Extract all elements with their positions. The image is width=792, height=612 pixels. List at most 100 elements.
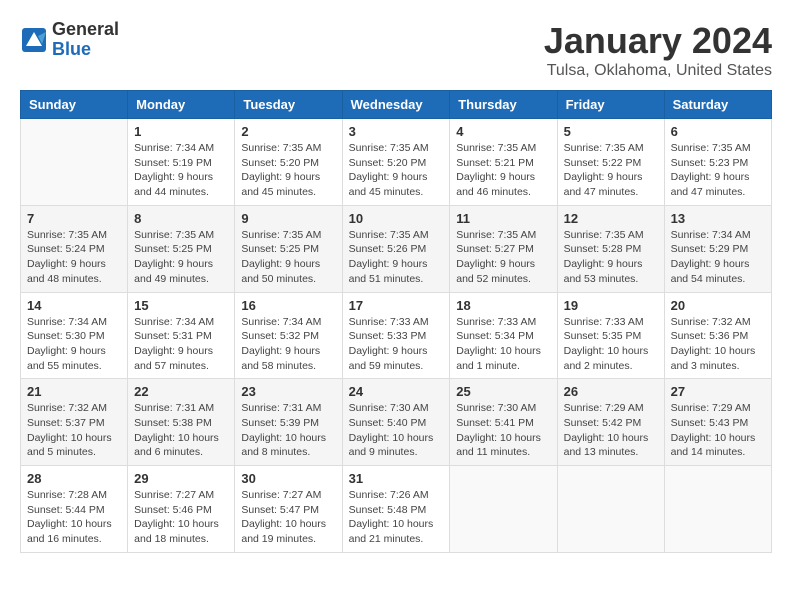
day-number: 13: [671, 211, 765, 226]
week-row: 1Sunrise: 7:34 AM Sunset: 5:19 PM Daylig…: [21, 119, 772, 206]
day-info: Sunrise: 7:34 AM Sunset: 5:29 PM Dayligh…: [671, 228, 765, 287]
calendar-cell: 22 Sunrise: 7:31 AM Sunset: 5:38 PM Dayli…: [128, 379, 235, 466]
day-info: Sunrise: 7:35 AM Sunset: 5:23 PM Dayligh…: [671, 141, 765, 200]
day-number: 10: [349, 211, 444, 226]
calendar-cell: 12 Sunrise: 7:35 AM Sunset: 5:28 PM Dayli…: [557, 205, 664, 292]
day-info: Sunrise: 7:35 AM Sunset: 5:21 PM Dayligh…: [456, 141, 550, 200]
day-info: Sunrise: 7:35 AM Sunset: 5:24 PM Dayligh…: [27, 228, 121, 287]
day-number: 19: [564, 298, 658, 313]
day-number: 20: [671, 298, 765, 313]
calendar-cell: 15Sunrise: 7:34 AM Sunset: 5:31 PM Dayli…: [128, 292, 235, 379]
title-area: January 2024 Tulsa, Oklahoma, United Sta…: [544, 20, 772, 80]
calendar-cell: 16 Sunrise: 7:34 AM Sunset: 5:32 PM Dayli…: [235, 292, 342, 379]
day-info: Sunrise: 7:30 AM Sunset: 5:41 PM Dayligh…: [456, 401, 550, 460]
calendar-cell: [557, 466, 664, 553]
day-info: Sunrise: 7:32 AM Sunset: 5:36 PM Dayligh…: [671, 315, 765, 374]
day-number: 27: [671, 384, 765, 399]
logo-text: General Blue: [52, 20, 119, 60]
calendar-table: SundayMondayTuesdayWednesdayThursdayFrid…: [20, 90, 772, 553]
day-info: Sunrise: 7:26 AM Sunset: 5:48 PM Dayligh…: [349, 488, 444, 547]
calendar-header-row: SundayMondayTuesdayWednesdayThursdayFrid…: [21, 91, 772, 119]
calendar-body: 1Sunrise: 7:34 AM Sunset: 5:19 PM Daylig…: [21, 119, 772, 553]
day-info: Sunrise: 7:35 AM Sunset: 5:28 PM Dayligh…: [564, 228, 658, 287]
week-row: 21Sunrise: 7:32 AM Sunset: 5:37 PM Dayli…: [21, 379, 772, 466]
calendar-cell: 10Sunrise: 7:35 AM Sunset: 5:26 PM Dayli…: [342, 205, 450, 292]
day-info: Sunrise: 7:31 AM Sunset: 5:39 PM Dayligh…: [241, 401, 335, 460]
day-number: 12: [564, 211, 658, 226]
month-title: January 2024: [544, 20, 772, 62]
day-number: 29: [134, 471, 228, 486]
calendar-cell: 9 Sunrise: 7:35 AM Sunset: 5:25 PM Daylig…: [235, 205, 342, 292]
calendar-cell: 2 Sunrise: 7:35 AM Sunset: 5:20 PM Daylig…: [235, 119, 342, 206]
calendar-cell: 17Sunrise: 7:33 AM Sunset: 5:33 PM Dayli…: [342, 292, 450, 379]
day-number: 5: [564, 124, 658, 139]
day-number: 11: [456, 211, 550, 226]
logo: General Blue: [20, 20, 119, 60]
day-number: 6: [671, 124, 765, 139]
day-number: 9: [241, 211, 335, 226]
day-info: Sunrise: 7:35 AM Sunset: 5:22 PM Dayligh…: [564, 141, 658, 200]
day-info: Sunrise: 7:35 AM Sunset: 5:25 PM Dayligh…: [134, 228, 228, 287]
day-number: 2: [241, 124, 335, 139]
day-number: 14: [27, 298, 121, 313]
weekday-header-thursday: Thursday: [450, 91, 557, 119]
calendar-cell: 27 Sunrise: 7:29 AM Sunset: 5:43 PM Dayli…: [664, 379, 771, 466]
logo-blue: Blue: [52, 40, 119, 60]
day-info: Sunrise: 7:27 AM Sunset: 5:46 PM Dayligh…: [134, 488, 228, 547]
day-number: 18: [456, 298, 550, 313]
day-info: Sunrise: 7:33 AM Sunset: 5:34 PM Dayligh…: [456, 315, 550, 374]
day-number: 4: [456, 124, 550, 139]
day-info: Sunrise: 7:35 AM Sunset: 5:20 PM Dayligh…: [349, 141, 444, 200]
calendar-cell: 5 Sunrise: 7:35 AM Sunset: 5:22 PM Daylig…: [557, 119, 664, 206]
calendar-cell: [450, 466, 557, 553]
calendar-cell: 19Sunrise: 7:33 AM Sunset: 5:35 PM Dayli…: [557, 292, 664, 379]
day-info: Sunrise: 7:35 AM Sunset: 5:27 PM Dayligh…: [456, 228, 550, 287]
day-number: 31: [349, 471, 444, 486]
logo-general: General: [52, 20, 119, 40]
day-number: 16: [241, 298, 335, 313]
day-info: Sunrise: 7:28 AM Sunset: 5:44 PM Dayligh…: [27, 488, 121, 547]
day-info: Sunrise: 7:31 AM Sunset: 5:38 PM Dayligh…: [134, 401, 228, 460]
calendar-cell: 24 Sunrise: 7:30 AM Sunset: 5:40 PM Dayli…: [342, 379, 450, 466]
calendar-cell: 29 Sunrise: 7:27 AM Sunset: 5:46 PM Dayli…: [128, 466, 235, 553]
calendar-cell: 14Sunrise: 7:34 AM Sunset: 5:30 PM Dayli…: [21, 292, 128, 379]
week-row: 28Sunrise: 7:28 AM Sunset: 5:44 PM Dayli…: [21, 466, 772, 553]
calendar-cell: 6 Sunrise: 7:35 AM Sunset: 5:23 PM Daylig…: [664, 119, 771, 206]
weekday-header-monday: Monday: [128, 91, 235, 119]
week-row: 7 Sunrise: 7:35 AM Sunset: 5:24 PM Daylig…: [21, 205, 772, 292]
weekday-header-wednesday: Wednesday: [342, 91, 450, 119]
calendar-cell: 25 Sunrise: 7:30 AM Sunset: 5:41 PM Dayli…: [450, 379, 557, 466]
day-number: 22: [134, 384, 228, 399]
day-info: Sunrise: 7:34 AM Sunset: 5:31 PM Dayligh…: [134, 315, 228, 374]
day-number: 24: [349, 384, 444, 399]
day-number: 8: [134, 211, 228, 226]
day-number: 25: [456, 384, 550, 399]
day-info: Sunrise: 7:34 AM Sunset: 5:32 PM Dayligh…: [241, 315, 335, 374]
location-title: Tulsa, Oklahoma, United States: [544, 62, 772, 80]
page-header: General Blue January 2024 Tulsa, Oklahom…: [20, 20, 772, 80]
calendar-cell: 26 Sunrise: 7:29 AM Sunset: 5:42 PM Dayli…: [557, 379, 664, 466]
calendar-cell: 21Sunrise: 7:32 AM Sunset: 5:37 PM Dayli…: [21, 379, 128, 466]
day-number: 3: [349, 124, 444, 139]
day-info: Sunrise: 7:35 AM Sunset: 5:25 PM Dayligh…: [241, 228, 335, 287]
day-number: 23: [241, 384, 335, 399]
day-info: Sunrise: 7:32 AM Sunset: 5:37 PM Dayligh…: [27, 401, 121, 460]
day-number: 7: [27, 211, 121, 226]
calendar-cell: 31 Sunrise: 7:26 AM Sunset: 5:48 PM Dayli…: [342, 466, 450, 553]
calendar-cell: 20 Sunrise: 7:32 AM Sunset: 5:36 PM Dayli…: [664, 292, 771, 379]
day-info: Sunrise: 7:30 AM Sunset: 5:40 PM Dayligh…: [349, 401, 444, 460]
calendar-cell: 18 Sunrise: 7:33 AM Sunset: 5:34 PM Dayli…: [450, 292, 557, 379]
day-number: 17: [349, 298, 444, 313]
calendar-cell: 4 Sunrise: 7:35 AM Sunset: 5:21 PM Daylig…: [450, 119, 557, 206]
day-info: Sunrise: 7:35 AM Sunset: 5:20 PM Dayligh…: [241, 141, 335, 200]
calendar-cell: 23 Sunrise: 7:31 AM Sunset: 5:39 PM Dayli…: [235, 379, 342, 466]
calendar-cell: 3 Sunrise: 7:35 AM Sunset: 5:20 PM Daylig…: [342, 119, 450, 206]
calendar-cell: 7 Sunrise: 7:35 AM Sunset: 5:24 PM Daylig…: [21, 205, 128, 292]
calendar-cell: 30Sunrise: 7:27 AM Sunset: 5:47 PM Dayli…: [235, 466, 342, 553]
logo-icon: [20, 26, 48, 54]
day-number: 26: [564, 384, 658, 399]
day-info: Sunrise: 7:29 AM Sunset: 5:42 PM Dayligh…: [564, 401, 658, 460]
day-number: 1: [134, 124, 228, 139]
day-number: 30: [241, 471, 335, 486]
day-info: Sunrise: 7:29 AM Sunset: 5:43 PM Dayligh…: [671, 401, 765, 460]
